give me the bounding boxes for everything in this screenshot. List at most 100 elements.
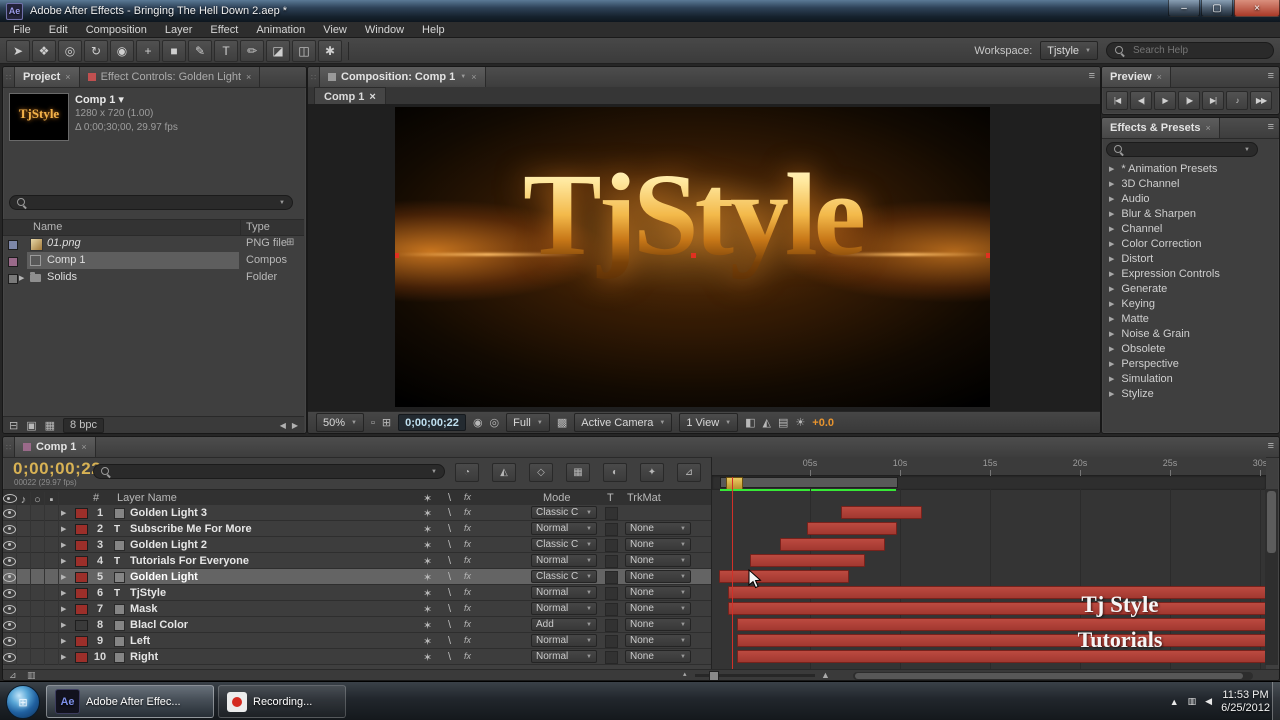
- layer-lock-cell[interactable]: [45, 649, 59, 665]
- expander-icon[interactable]: ▶: [1109, 255, 1114, 263]
- trkmat-dropdown[interactable]: None ▼: [625, 586, 691, 599]
- quality-switch-icon[interactable]: \: [448, 619, 451, 631]
- tab-timeline-comp1[interactable]: Comp 1 ×: [15, 437, 96, 457]
- layer-name[interactable]: Subscribe Me For More: [130, 523, 252, 535]
- pixel-aspect-icon[interactable]: ◧: [745, 416, 755, 429]
- layer-label-swatch[interactable]: [75, 524, 88, 535]
- tray-icon[interactable]: ▲: [1170, 697, 1179, 707]
- effects-category-row[interactable]: ▶ Keying: [1102, 296, 1279, 311]
- panel-gripper-icon[interactable]: ∷: [3, 437, 15, 457]
- layer-expander-icon[interactable]: ▶: [61, 637, 66, 645]
- exposure-value[interactable]: +0.0: [812, 417, 834, 429]
- layer-lock-cell[interactable]: [45, 601, 59, 617]
- work-area-bar[interactable]: [720, 477, 899, 488]
- close-icon[interactable]: ×: [65, 72, 70, 82]
- trkmat-dropdown[interactable]: None ▼: [625, 538, 691, 551]
- layer-visibility-eye-icon[interactable]: [3, 572, 16, 582]
- layer-audio-cell[interactable]: [17, 521, 31, 537]
- trkmat-dropdown[interactable]: None ▼: [625, 602, 691, 615]
- layer-label-swatch[interactable]: [75, 620, 88, 631]
- label-color-swatch[interactable]: [8, 257, 18, 267]
- expander-icon[interactable]: ▶: [1109, 315, 1114, 323]
- effects-switch-icon[interactable]: fx: [464, 619, 471, 629]
- tab-effects-presets[interactable]: Effects & Presets ×: [1102, 118, 1220, 138]
- tab-preview[interactable]: Preview ×: [1102, 67, 1171, 87]
- tool-button-icon[interactable]: ↻: [84, 39, 108, 62]
- menu-item[interactable]: File: [4, 24, 40, 36]
- comp-timecode[interactable]: 0;00;00;22: [398, 414, 466, 431]
- close-icon[interactable]: ×: [1206, 123, 1211, 133]
- layer-audio-cell[interactable]: [17, 649, 31, 665]
- effects-category-row[interactable]: ▶ Channel: [1102, 221, 1279, 236]
- current-timecode[interactable]: 0;00;00;22: [13, 459, 101, 479]
- preview-transport-button[interactable]: |◀: [1106, 91, 1128, 110]
- effects-category-row[interactable]: ▶ Noise & Grain: [1102, 326, 1279, 341]
- timeline-layer-row[interactable]: ▶ 2 T Subscribe Me For More ✶ \ fx Norma…: [3, 521, 1265, 537]
- effects-switch-icon[interactable]: fx: [464, 603, 471, 613]
- category-label[interactable]: Noise & Grain: [1121, 328, 1189, 340]
- effects-category-row[interactable]: ▶ Matte: [1102, 311, 1279, 326]
- layer-audio-cell[interactable]: [17, 633, 31, 649]
- layer-visibility-eye-icon[interactable]: [3, 524, 16, 534]
- column-name[interactable]: Name: [33, 221, 62, 233]
- layer-label-swatch[interactable]: [75, 652, 88, 663]
- quality-switch-icon[interactable]: \: [448, 651, 451, 663]
- blend-mode-dropdown[interactable]: Classic C ▼: [531, 506, 597, 519]
- column-switches[interactable]: fx: [464, 492, 471, 502]
- trkmat-toggle[interactable]: [605, 603, 618, 616]
- layer-name[interactable]: Golden Light 2: [130, 539, 207, 551]
- layer-solo-cell[interactable]: [31, 505, 45, 521]
- item-name[interactable]: Solids: [47, 271, 77, 283]
- panel-menu-icon[interactable]: ≡: [1089, 70, 1095, 82]
- blend-mode-dropdown[interactable]: Normal ▼: [531, 650, 597, 663]
- timeline-search-box[interactable]: ▼: [93, 464, 445, 479]
- view-layout-dropdown[interactable]: 1 View ▼: [679, 413, 739, 432]
- column-trkmat[interactable]: TrkMat: [627, 492, 661, 504]
- layer-expander-icon[interactable]: ▶: [61, 605, 66, 613]
- resolution-dropdown[interactable]: Full ▼: [506, 413, 550, 432]
- category-label[interactable]: Stylize: [1121, 388, 1153, 400]
- expander-icon[interactable]: ▶: [1109, 240, 1114, 248]
- new-composition-icon[interactable]: ▦: [45, 419, 55, 432]
- trkmat-dropdown[interactable]: None ▼: [625, 650, 691, 663]
- project-item-row[interactable]: ▶ Solids Folder: [3, 269, 304, 286]
- show-snapshot-icon[interactable]: ◎: [490, 416, 500, 429]
- layer-lock-cell[interactable]: [45, 537, 59, 553]
- trkmat-dropdown[interactable]: None ▼: [625, 634, 691, 647]
- expander-icon[interactable]: ▶: [1109, 270, 1114, 278]
- layer-lock-cell[interactable]: [45, 521, 59, 537]
- layer-audio-cell[interactable]: [17, 553, 31, 569]
- shy-switch-icon[interactable]: ✶: [423, 587, 432, 600]
- chevron-down-icon[interactable]: ▼: [460, 74, 466, 80]
- project-item-row[interactable]: Comp 1 Compos: [3, 252, 304, 269]
- layer-label-swatch[interactable]: [75, 604, 88, 615]
- comp-thumbnail[interactable]: TjStyle: [9, 93, 69, 141]
- tool-button-icon[interactable]: ◫: [292, 39, 316, 62]
- taskbar-item-recording[interactable]: Recording...: [218, 685, 346, 718]
- category-label[interactable]: Generate: [1121, 283, 1167, 295]
- menu-item[interactable]: Edit: [40, 24, 77, 36]
- effects-search-box[interactable]: ▼: [1106, 142, 1258, 157]
- preview-transport-button[interactable]: ♪: [1226, 91, 1248, 110]
- layer-label-swatch[interactable]: [75, 636, 88, 647]
- layer-label-swatch[interactable]: [75, 540, 88, 551]
- effects-switch-icon[interactable]: fx: [464, 571, 471, 581]
- category-label[interactable]: Simulation: [1121, 373, 1172, 385]
- composition-viewport[interactable]: TjStyle: [308, 104, 1100, 411]
- category-label[interactable]: Color Correction: [1121, 238, 1201, 250]
- category-label[interactable]: Blur & Sharpen: [1121, 208, 1196, 220]
- taskbar-item-after-effects[interactable]: Ae Adobe After Effec...: [46, 685, 214, 718]
- layer-visibility-eye-icon[interactable]: [3, 652, 16, 662]
- shy-switch-icon[interactable]: ✶: [423, 603, 432, 616]
- panel-menu-icon[interactable]: ≡: [1268, 70, 1274, 82]
- timeline-horizontal-scrollbar[interactable]: [853, 672, 1253, 680]
- category-label[interactable]: Channel: [1121, 223, 1162, 235]
- project-search-box[interactable]: ▼: [9, 195, 293, 210]
- preview-transport-button[interactable]: ▶▶: [1250, 91, 1272, 110]
- tab-composition[interactable]: Composition: Comp 1 ▼ ×: [320, 67, 486, 87]
- preview-transport-button[interactable]: ▶: [1154, 91, 1176, 110]
- new-folder-icon[interactable]: ▣: [26, 419, 36, 432]
- snapshot-icon[interactable]: ◉: [473, 416, 483, 429]
- trkmat-toggle[interactable]: [605, 507, 618, 520]
- layer-label-swatch[interactable]: [75, 572, 88, 583]
